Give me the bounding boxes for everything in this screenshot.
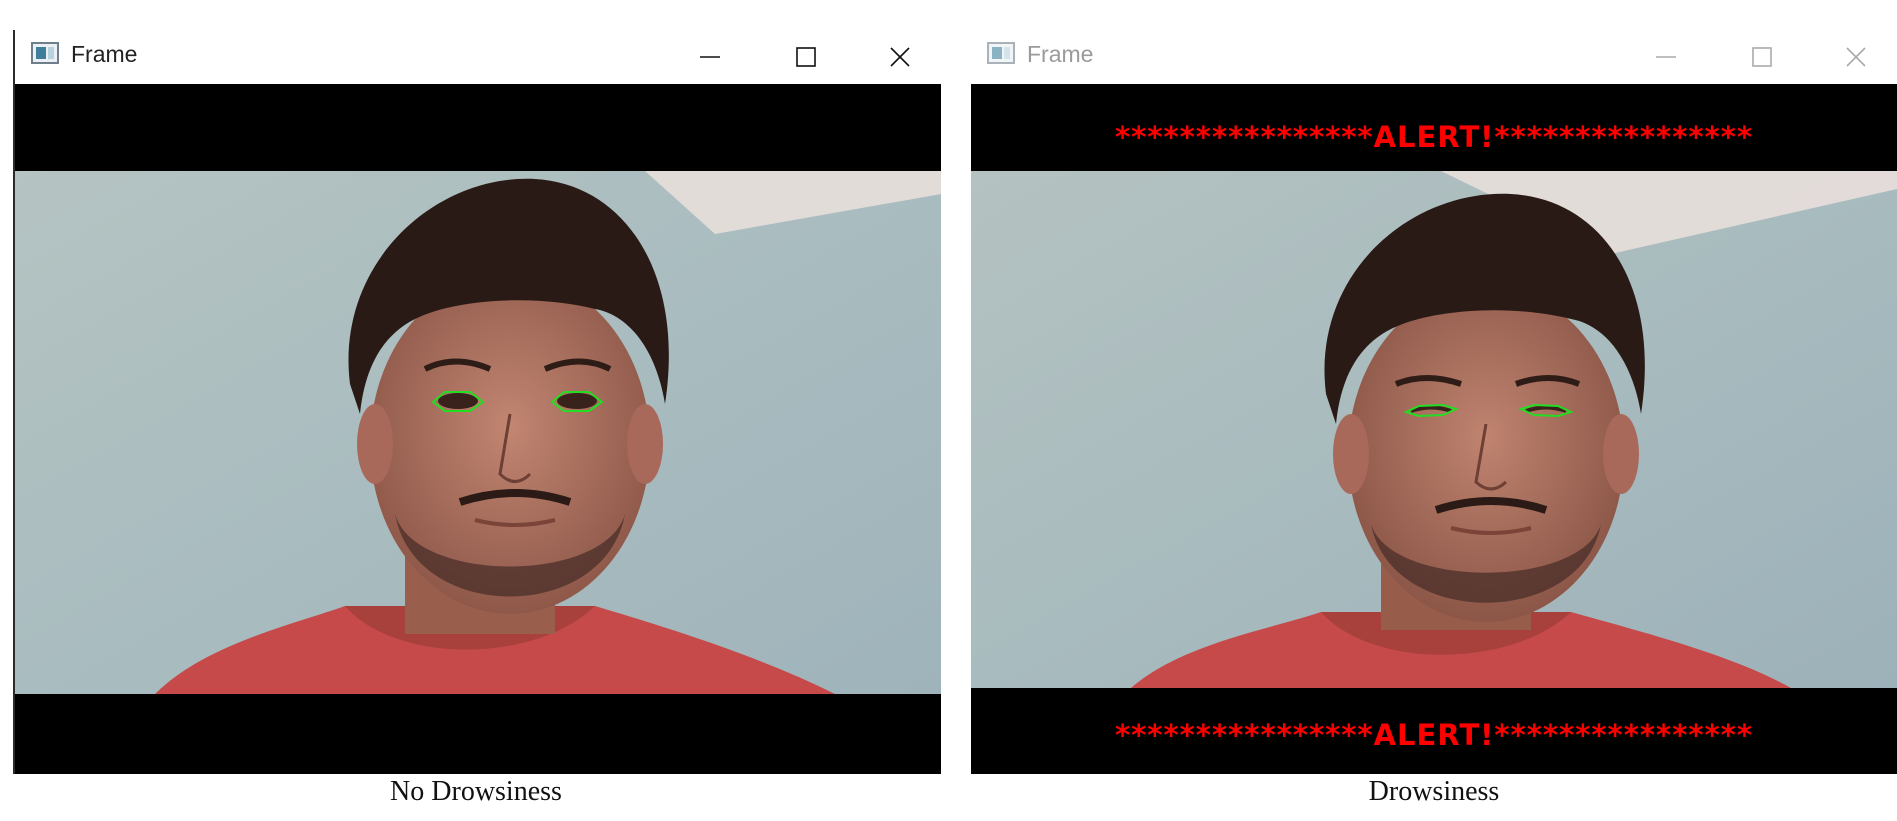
close-icon <box>1846 47 1866 67</box>
window-title: Frame <box>71 41 138 67</box>
minimize-button[interactable] <box>1637 38 1693 74</box>
alert-banner-top: ****************ALERT!**************** <box>971 106 1897 168</box>
webcam-scene <box>971 171 1897 688</box>
frame-window-right[interactable]: Frame ****************ALERT!************… <box>971 30 1897 774</box>
minimize-button[interactable] <box>681 38 737 74</box>
maximize-button[interactable] <box>777 38 833 74</box>
minimize-icon <box>700 56 720 58</box>
app-window-icon <box>31 42 59 64</box>
app-window-icon <box>987 42 1015 64</box>
maximize-button[interactable] <box>1733 38 1789 74</box>
close-icon <box>890 47 910 67</box>
caption-drowsiness: Drowsiness <box>1368 776 1500 807</box>
alert-text: ****************ALERT!**************** <box>1114 718 1754 752</box>
maximize-icon <box>796 47 816 67</box>
frame-window-left[interactable]: Frame <box>13 30 941 774</box>
video-frame <box>15 84 941 774</box>
close-button[interactable] <box>1827 38 1883 74</box>
caption-no-drowsiness: No Drowsiness <box>390 776 562 807</box>
maximize-icon <box>1752 47 1772 67</box>
title-bar[interactable]: Frame <box>971 30 1897 84</box>
window-title: Frame <box>1027 41 1094 67</box>
video-frame: ****************ALERT!**************** *… <box>971 84 1897 774</box>
alert-text: ****************ALERT!**************** <box>1114 120 1754 154</box>
minimize-icon <box>1656 56 1676 58</box>
title-bar[interactable]: Frame <box>15 30 941 84</box>
webcam-scene <box>15 171 941 694</box>
close-button[interactable] <box>871 38 927 74</box>
alert-banner-bottom: ****************ALERT!**************** <box>971 704 1897 766</box>
